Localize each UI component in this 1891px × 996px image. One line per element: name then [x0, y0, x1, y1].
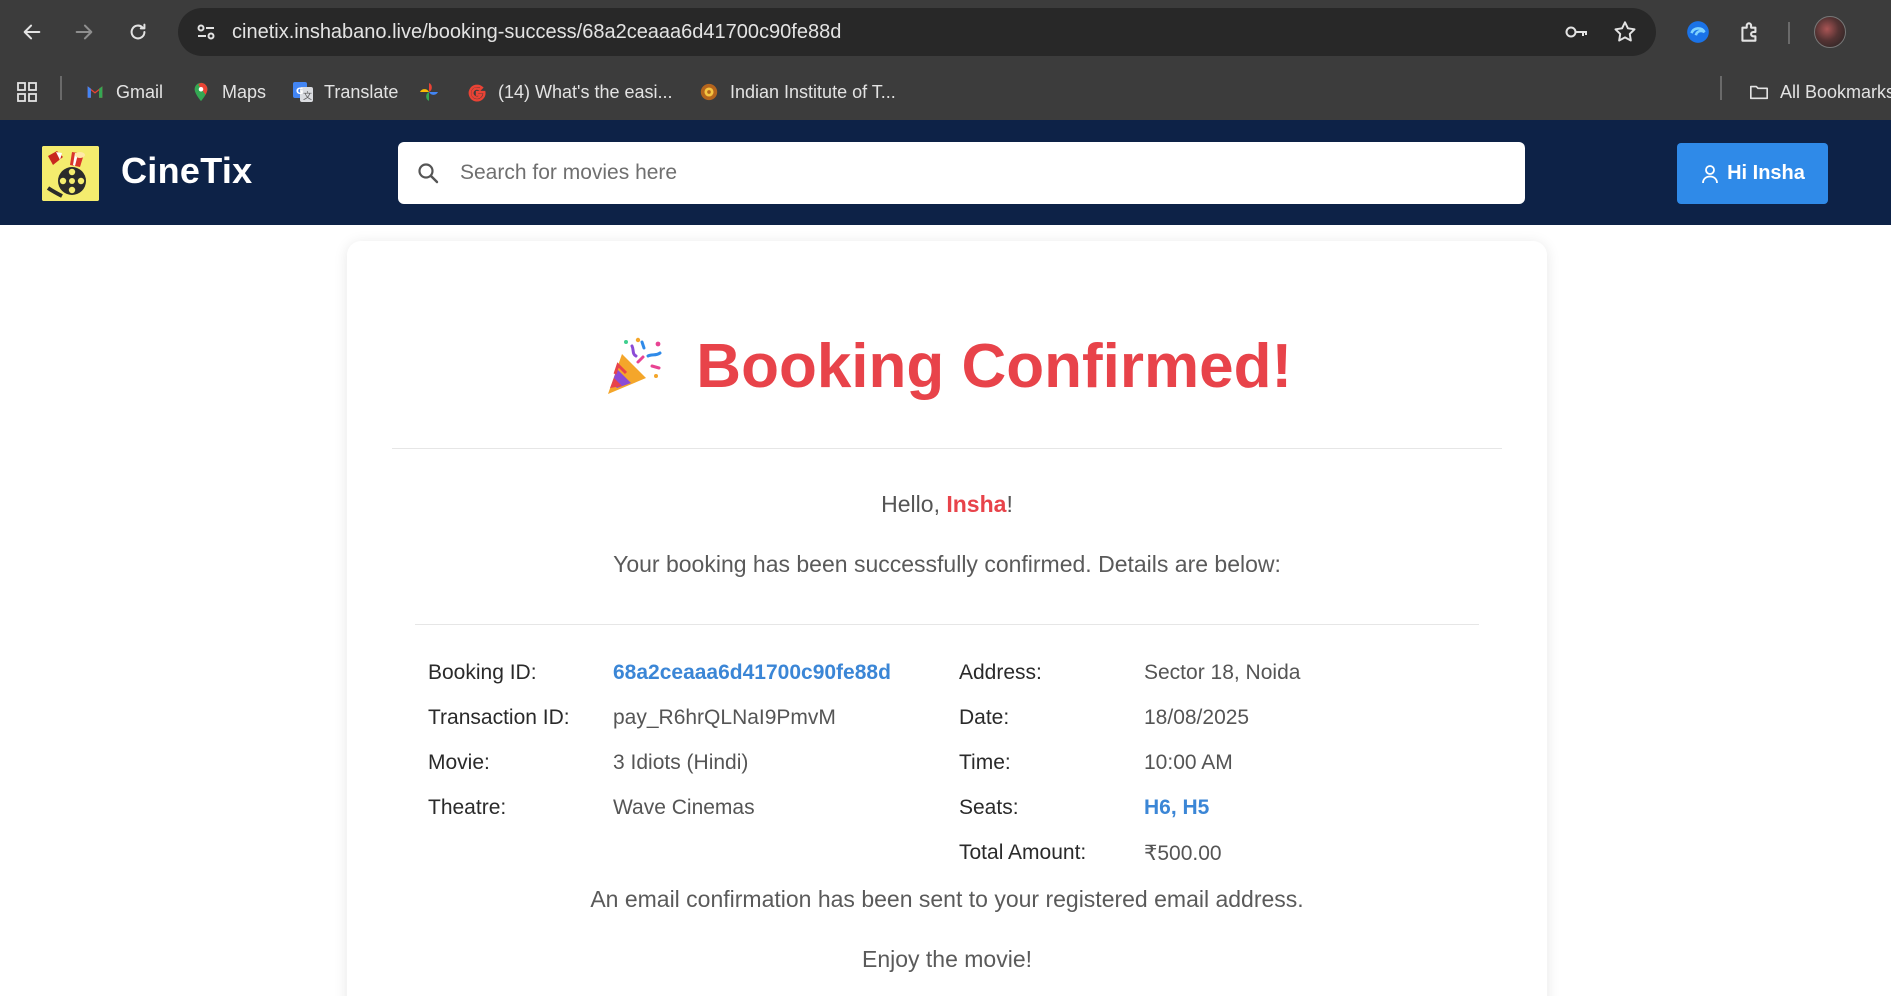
divider	[415, 624, 1479, 625]
reload-button[interactable]	[120, 14, 156, 50]
bookmark-iit[interactable]: Indian Institute of T...	[698, 78, 896, 106]
bookmark-label: (14) What's the easi...	[498, 81, 673, 102]
site-header: CineTix Hi Insha	[0, 120, 1891, 225]
address-bar-row: cinetix.inshabano.live/booking-success/6…	[0, 0, 1891, 64]
brand-name[interactable]: CineTix	[121, 150, 252, 192]
greeting-prefix: Hello,	[881, 491, 947, 517]
confirmation-message: Your booking has been successfully confi…	[613, 551, 1281, 577]
booking-card: Booking Confirmed! Hello, Insha! Your bo…	[347, 241, 1547, 996]
cinetix-logo[interactable]	[42, 146, 99, 201]
all-bookmarks-button[interactable]: All Bookmarks	[1748, 78, 1891, 106]
bookmarks-divider	[60, 76, 62, 100]
arrow-left-icon	[23, 24, 41, 40]
greeting-suffix: !	[1006, 491, 1013, 517]
title-row: Booking Confirmed!	[347, 331, 1547, 402]
bookmark-gmail[interactable]: Gmail	[84, 78, 163, 106]
bookmarks-divider	[1720, 76, 1722, 100]
transaction-id-label: Transaction ID:	[428, 706, 570, 729]
gmail-icon	[84, 81, 106, 103]
site-settings-icon[interactable]	[194, 20, 218, 44]
movie-label: Movie:	[428, 751, 490, 774]
back-button[interactable]	[14, 14, 50, 50]
booking-id-value[interactable]: 68a2ceaaa6d41700c90fe88d	[613, 661, 891, 685]
extension-swirl-icon[interactable]	[1682, 16, 1714, 48]
time-value: 10:00 AM	[1144, 751, 1233, 774]
search-icon	[418, 163, 439, 184]
film-reel-popcorn-icon	[42, 146, 99, 201]
email-note: An email confirmation has been sent to y…	[590, 886, 1304, 912]
party-popper-icon	[607, 337, 662, 394]
arrow-right-icon	[75, 24, 93, 40]
search-bar	[398, 142, 1525, 204]
google-icon	[466, 81, 488, 103]
forward-button[interactable]	[66, 14, 102, 50]
profile-avatar[interactable]	[1814, 16, 1846, 48]
maps-icon	[190, 81, 212, 103]
apps-grid-icon	[16, 81, 38, 103]
reload-icon	[130, 23, 146, 40]
date-value: 18/08/2025	[1144, 706, 1250, 729]
browser-chrome: cinetix.inshabano.live/booking-success/6…	[0, 0, 1891, 120]
apps-grid-button[interactable]	[16, 78, 38, 106]
translate-icon: G文	[292, 81, 314, 103]
total-amount-value: ₹500.00	[1144, 842, 1222, 865]
svg-text:文: 文	[303, 90, 312, 102]
theatre-label: Theatre:	[428, 796, 507, 819]
address-label: Address:	[959, 661, 1042, 684]
bookmark-label: Gmail	[116, 81, 164, 102]
password-key-icon[interactable]	[1564, 20, 1590, 44]
all-bookmarks-label: All Bookmarks	[1780, 81, 1891, 102]
time-label: Time:	[959, 751, 1011, 774]
address-value: Sector 18, Noida	[1144, 661, 1301, 684]
greeting: Hello, Insha!	[347, 491, 1547, 518]
bookmark-translate[interactable]: G文 Translate	[292, 78, 398, 106]
enjoy-message: Enjoy the movie!	[861, 946, 1033, 972]
iit-icon	[698, 81, 720, 103]
user-name: Insha	[946, 491, 1007, 517]
search-input[interactable]	[460, 142, 1500, 204]
bookmark-star-icon[interactable]	[1612, 19, 1638, 45]
bookmark-google[interactable]: (14) What's the easi...	[466, 78, 673, 106]
seats-value: H6, H5	[1144, 796, 1210, 819]
theatre-value: Wave Cinemas	[613, 796, 755, 819]
total-amount-label: Total Amount:	[959, 841, 1087, 864]
folder-icon	[1748, 81, 1770, 103]
extensions-puzzle-icon[interactable]	[1734, 16, 1766, 48]
seats-label: Seats:	[959, 796, 1019, 819]
movie-value: 3 Idiots (Hindi)	[613, 751, 749, 774]
divider	[392, 448, 1502, 449]
url-text[interactable]: cinetix.inshabano.live/booking-success/6…	[232, 8, 841, 56]
bookmark-maps[interactable]: Maps	[190, 78, 266, 106]
bookmark-label: Translate	[324, 81, 399, 102]
user-icon	[1702, 164, 1718, 183]
booking-id-label: Booking ID:	[428, 661, 537, 684]
bookmark-label: Maps	[222, 81, 267, 102]
bookmark-photos[interactable]	[418, 78, 440, 106]
page-title: Booking Confirmed!	[696, 332, 1293, 401]
transaction-id-value: pay_R6hrQLNaI9PmvM	[613, 706, 836, 729]
bookmarks-bar	[0, 64, 1891, 120]
user-account-button[interactable]: Hi Insha	[1677, 143, 1828, 204]
photos-icon	[418, 81, 440, 103]
omnibox[interactable]: cinetix.inshabano.live/booking-success/6…	[178, 8, 1656, 56]
toolbar-divider	[1788, 22, 1790, 44]
user-button-label: Hi Insha	[1727, 162, 1805, 184]
bookmark-label: Indian Institute of T...	[730, 81, 896, 102]
date-label: Date:	[959, 706, 1010, 729]
